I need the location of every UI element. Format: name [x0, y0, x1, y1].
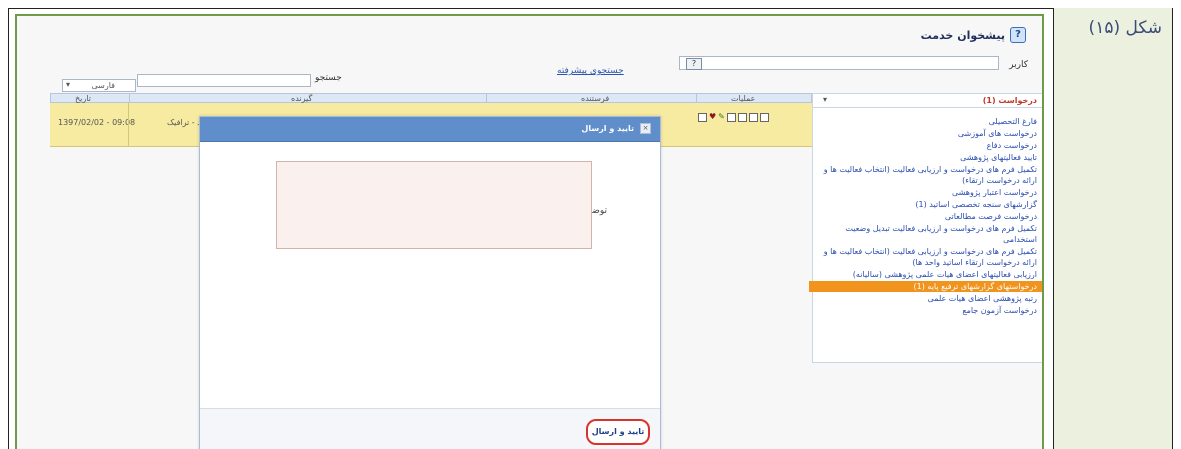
sidebar-list: فارغ التحصیلی درخواست های آموزشی درخواست… — [809, 116, 1042, 317]
modal-footer: تایید و ارسال — [200, 409, 660, 449]
page-title: پیشخوان خدمت — [920, 28, 1005, 42]
sidebar-item[interactable]: تکمیل فرم های درخواست و ارزیابی فعالیت ت… — [821, 223, 1037, 245]
description-textarea[interactable] — [276, 161, 592, 249]
sidebar-item[interactable]: گزارشهای سنجه تخصصی اساتید (1) — [821, 199, 1037, 210]
sidebar-item[interactable]: درخواست دفاع — [821, 140, 1037, 151]
sidebar-item[interactable]: درخواست اعتبار پژوهشی — [821, 187, 1037, 198]
confirm-send-button[interactable]: تایید و ارسال — [586, 419, 650, 445]
figure-label: شکل (۱۵) — [1088, 18, 1162, 38]
sidebar-item[interactable]: فارغ التحصیلی — [821, 116, 1037, 127]
language-select[interactable]: فارسی ▾ — [62, 79, 136, 92]
sidebar-item[interactable]: درخواست فرصت مطالعاتی — [821, 211, 1037, 222]
row-separator — [128, 103, 129, 147]
search-label: جستجو — [315, 73, 342, 83]
sidebar: درخواست (1) ▾ فارغ التحصیلی درخواست های … — [809, 93, 1042, 363]
code-label: کاربر — [1009, 60, 1028, 70]
sidebar-item-active[interactable]: درخواستهای گزارشهای ترفیع پایه (1) — [809, 281, 1042, 292]
document-icon[interactable] — [727, 113, 736, 122]
sidebar-header-label: درخواست (1) — [982, 96, 1037, 105]
chevron-down-icon: ▾ — [66, 80, 71, 89]
modal-title-bar[interactable]: × تایید و ارسال — [200, 117, 660, 142]
row-date: 1397/02/02 - 09:08 — [58, 118, 136, 127]
heart-icon[interactable]: ♥ — [709, 113, 716, 121]
row-actions: ♥ ✎ — [698, 113, 769, 122]
chevron-down-icon: ▾ — [823, 95, 828, 104]
figure-label-cell: شکل (۱۵) — [1053, 8, 1173, 449]
code-input[interactable]: ? — [679, 56, 999, 70]
sidebar-item[interactable]: تکمیل فرم های درخواست و ارزیابی فعالیت (… — [821, 164, 1037, 186]
sidebar-item[interactable]: درخواست های آموزشی — [821, 128, 1037, 139]
app-window: ? پیشخوان خدمت کاربر ? جستجوی پیشرفته جس… — [17, 16, 1042, 449]
sidebar-item[interactable]: رتبه پژوهشی اعضای هیات علمی — [821, 293, 1037, 304]
list-icon[interactable] — [749, 113, 758, 122]
sidebar-item[interactable]: تکمیل فرم های درخواست و ارزیابی فعالیت (… — [821, 246, 1037, 268]
modal-title: تایید و ارسال — [581, 124, 634, 133]
page-header: ? پیشخوان خدمت — [921, 27, 1026, 43]
screenshot-frame: ? پیشخوان خدمت کاربر ? جستجوی پیشرفته جس… — [15, 14, 1044, 449]
copy-icon[interactable] — [738, 113, 747, 122]
window-icon[interactable] — [760, 113, 769, 122]
close-icon[interactable]: × — [640, 123, 651, 134]
sidebar-item[interactable]: ارزیابی فعالیتهای اعضای هیات علمی پژوهشی… — [821, 269, 1037, 280]
help-icon[interactable]: ? — [1010, 27, 1026, 43]
advanced-search-link[interactable]: جستجوی پیشرفته — [557, 66, 624, 76]
sidebar-item[interactable]: تایید فعالیتهای پژوهشی — [821, 152, 1037, 163]
sidebar-item[interactable]: درخواست آزمون جامع — [821, 305, 1037, 316]
print-icon[interactable] — [698, 113, 707, 122]
sidebar-header[interactable]: درخواست (1) ▾ — [813, 94, 1042, 108]
confirm-modal: × تایید و ارسال توضیح تایید و ارسال — [199, 116, 661, 449]
edit-icon[interactable]: ✎ — [718, 113, 725, 121]
grid-header: تاریخ گیرنده فرستنده عملیات — [50, 93, 812, 104]
search-input[interactable] — [137, 74, 311, 87]
language-select-value: فارسی — [91, 81, 116, 90]
lookup-icon[interactable]: ? — [686, 58, 702, 70]
